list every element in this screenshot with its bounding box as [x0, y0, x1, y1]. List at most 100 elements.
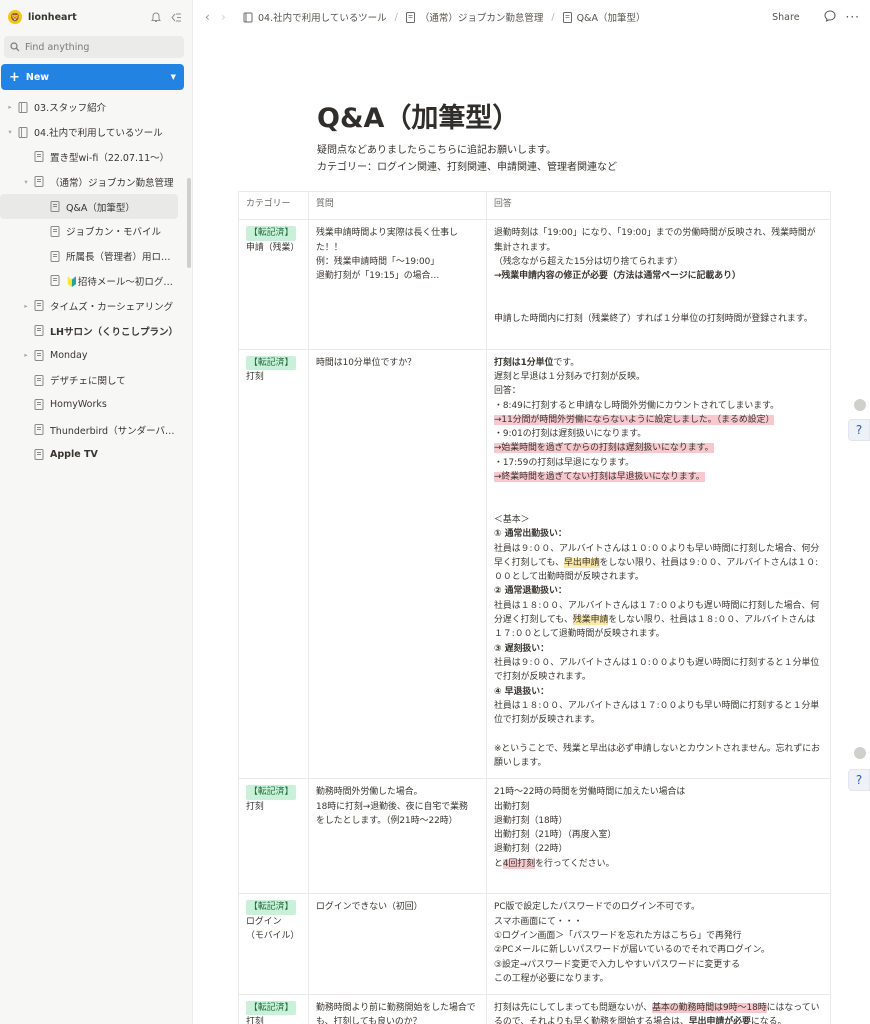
text-segment: ログイン — [246, 916, 282, 927]
cell-line: ①ログイン画面＞「パスワードを忘れた方はこちら」で再発行 — [494, 929, 823, 943]
cell-line: 退勤打刻が「19:15」の場合… — [316, 269, 479, 283]
cell-answer[interactable]: 21時〜22時の時間を労働時間に加えたい場合は 出勤打刻 退勤打刻（18時） 出勤打刻… — [486, 778, 831, 895]
sidebar-item[interactable]: 置き型wi-fi（22.07.11〜） — [0, 145, 192, 170]
sidebar-item[interactable]: Q&A（加筆型） — [0, 194, 178, 219]
text-segment: 勤務時間より前に勤務開始をした場合で — [316, 1003, 476, 1014]
column-header-category[interactable]: カテゴリー — [238, 190, 309, 221]
text-segment: 残業申請時間より実際は長く仕事し — [316, 228, 458, 239]
avatar-icon[interactable] — [854, 399, 866, 411]
cell-category[interactable]: 【転記済】 打刻 — [238, 348, 309, 780]
breadcrumb: 04.社内で利用しているツール / （通常）ジョブカン勤怠管理 / Q&A（加筆… — [243, 10, 772, 24]
column-header-question[interactable]: 質問 — [308, 190, 487, 221]
sidebar-item-label: HomyWorks — [50, 399, 107, 411]
text-segment: 打刻は1分単位 — [494, 357, 554, 368]
text-segment: 集計されます。 — [494, 242, 556, 253]
highlighted-text: 早出申請 — [564, 557, 600, 568]
help-button[interactable]: ? — [848, 419, 870, 441]
status-badge: 【転記済】 — [246, 900, 297, 915]
highlighted-text: 基本の勤務時間は9時〜18時 — [652, 1003, 767, 1014]
text-segment: ①ログイン画面＞「パスワードを忘れた方はこちら」で再発行 — [494, 930, 742, 941]
more-options-icon[interactable]: ··· — [846, 10, 860, 24]
forward-arrow-icon[interactable]: › — [221, 10, 237, 24]
search-input[interactable]: Find anything — [4, 36, 184, 58]
cell-answer[interactable]: PC版で設定したパスワードでのログイン不可です。 スマホ画面にて・・・ ①ログイン画… — [486, 893, 831, 996]
cell-answer[interactable]: 打刻は先にしてしまっても問題ないが、基本の勤務時間は9時〜18時にはなってい るの… — [486, 994, 831, 1024]
cell-line: 打刻 — [246, 800, 301, 814]
breadcrumb-item[interactable]: Q&A（加筆型） — [562, 10, 645, 24]
cell-line: ※ということで、残業と早出は必ず申請しないとカウントされません。忘れずにお — [494, 742, 823, 756]
sidebar-item[interactable]: ▸ 03.スタッフ紹介 — [0, 95, 192, 120]
help-button[interactable]: ? — [848, 769, 870, 791]
sidebar-item-label: 置き型wi-fi（22.07.11〜） — [50, 152, 170, 164]
chevron-right-icon[interactable]: ▸ — [20, 302, 32, 310]
cell-category[interactable]: 【転記済】 申請（残業） — [238, 219, 309, 350]
table-row: 【転記済】 申請（残業） 残業申請時間より実際は長く仕事し た！！ 例：残業申請時間「〜… — [238, 219, 831, 350]
cell-category[interactable]: 【転記済】 打刻 — [238, 994, 309, 1024]
text-segment: ※ということで、残業と早出は必ず申請しないとカウントされません。忘れずにお — [494, 743, 821, 754]
sidebar-item[interactable]: 🔰招待メール〜初ログイ... — [0, 269, 192, 294]
sidebar-item[interactable]: ▾ 04.社内で利用しているツール — [0, 120, 192, 145]
cell-question[interactable]: 勤務時間外労働した場合。 18時に打刻→退勤後、夜に自宅で業務 をしたとします。（例… — [308, 778, 487, 895]
sidebar-item[interactable]: ▸ Monday — [0, 343, 192, 368]
sidebar-item[interactable]: HomyWorks — [0, 393, 192, 418]
new-page-button[interactable]: + New ▼ — [1, 64, 184, 90]
text-segment: ・9:01の打刻は遅刻扱いになります。 — [494, 429, 647, 440]
cell-line — [494, 484, 823, 498]
cell-question[interactable]: 時間は10分単位ですか？ — [308, 348, 487, 780]
share-button[interactable]: Share — [772, 12, 799, 23]
sidebar-item[interactable]: Thunderbird（サンダーバー... — [0, 417, 192, 442]
page-icon — [34, 176, 44, 188]
collapse-sidebar-icon[interactable] — [168, 9, 184, 25]
sidebar-item[interactable]: Apple TV — [0, 442, 192, 467]
comment-icon[interactable] — [824, 9, 836, 25]
sidebar-item[interactable]: デザチェに関して — [0, 368, 192, 393]
cell-answer[interactable]: 退勤時刻は「19:00」になり、「19:00」までの労働時間が反映され、残業時間… — [486, 219, 831, 350]
cell-category[interactable]: 【転記済】 ログイン （モバイル） — [238, 893, 309, 996]
workspace-header[interactable]: 🦁 lionheart — [0, 0, 192, 34]
bell-icon[interactable] — [148, 9, 164, 25]
column-header-answer[interactable]: 回答 — [486, 190, 831, 221]
sidebar-item[interactable]: LHサロン（くりこしプラン） — [0, 318, 192, 343]
sidebar-item[interactable]: ジョブカン・モバイル — [0, 219, 192, 244]
page-description[interactable]: 疑問点などありましたらこちらに追記お願いします。 カテゴリー：ログイン関連、打刻… — [317, 142, 617, 176]
cell-line: 遅刻と早退は１分刻みで打刻が反映。 — [494, 370, 823, 384]
page-title[interactable]: Q&A（加筆型） — [317, 96, 519, 135]
cell-line — [494, 871, 823, 885]
chevron-right-icon[interactable]: ▸ — [4, 103, 16, 111]
chevron-right-icon[interactable]: ▸ — [20, 351, 32, 359]
chevron-down-icon[interactable]: ▼ — [171, 73, 176, 81]
cell-question[interactable]: 勤務時間より前に勤務開始をした場合で も、打刻しても良いのか？ — [308, 994, 487, 1024]
chevron-down-icon[interactable]: ▾ — [4, 128, 16, 136]
cell-line: た！！ — [316, 241, 479, 255]
sidebar-item[interactable]: 所属長（管理者）用ログ... — [0, 244, 192, 269]
cell-line: 【転記済】 — [246, 1001, 301, 1016]
cell-question[interactable]: ログインできない（初回） — [308, 893, 487, 996]
cell-line: と4回打刻を行ってください。 — [494, 857, 823, 871]
cell-line: 【転記済】 — [246, 785, 301, 800]
cell-line: 退勤時刻は「19:00」になり、「19:00」までの労働時間が反映され、残業時間… — [494, 226, 823, 240]
back-arrow-icon[interactable]: ‹ — [205, 10, 221, 24]
cell-category[interactable]: 【転記済】 打刻 — [238, 778, 309, 895]
sidebar-item[interactable]: ▾ （通常）ジョブカン勤怠管理 — [0, 169, 192, 194]
cell-answer[interactable]: 打刻は1分単位です。 遅刻と早退は１分刻みで打刻が反映。 回答： ・8:49に打刻する… — [486, 348, 831, 780]
chevron-down-icon[interactable]: ▾ — [20, 178, 32, 186]
text-segment: ④ 早退扱い： — [494, 686, 549, 697]
avatar-icon[interactable] — [854, 747, 866, 759]
cell-line: →残業申請内容の修正が必要（方法は通常ページに記載あり） — [494, 269, 823, 283]
cell-line: 社員は９:００、アルバイトさんは１０:００よりも早い時間に打刻した場合、何分 — [494, 542, 823, 556]
text-segment: をしたとします。（例21時〜22時） — [316, 815, 458, 826]
sidebar-item[interactable]: ▸ タイムズ・カーシェアリング — [0, 293, 192, 318]
status-badge: 【転記済】 — [246, 1001, 297, 1016]
cell-line: →11分間が時間外労働にならないように設定しました。（まるめ設定） — [494, 413, 823, 427]
text-segment: 出勤打刻（21時）（再度入室） — [494, 830, 617, 841]
cell-line — [494, 727, 823, 741]
text-segment: 申請した時間内に打刻（残業終了）すれば１分単位の打刻時間が登録されます。 — [494, 314, 813, 325]
cell-line: 退勤打刻（18時） — [494, 814, 823, 828]
highlighted-text: →終業時間を過ぎてない打刻は早退扱いになります。 — [494, 472, 705, 483]
breadcrumb-item[interactable]: （通常）ジョブカン勤怠管理 — [405, 10, 543, 24]
sidebar-scrollbar[interactable] — [187, 178, 191, 268]
cell-line: 18時に打刻→退勤後、夜に自宅で業務 — [316, 800, 479, 814]
breadcrumb-item[interactable]: 04.社内で利用しているツール — [243, 10, 387, 24]
sidebar-item-label: ジョブカン・モバイル — [66, 227, 162, 239]
cell-question[interactable]: 残業申請時間より実際は長く仕事し た！！ 例：残業申請時間「〜19:00」 退勤打刻が… — [308, 219, 487, 350]
